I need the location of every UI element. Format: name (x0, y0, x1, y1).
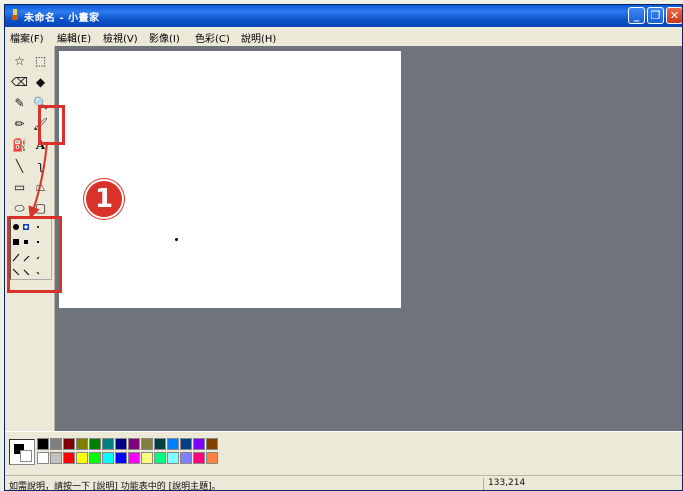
close-button[interactable]: ✕ (666, 7, 682, 24)
canvas-workspace (55, 46, 682, 431)
palette-swatch[interactable] (63, 438, 75, 450)
palette-swatch[interactable] (141, 452, 153, 464)
menu-bar: 檔案(F) 編輯(E) 檢視(V) 影像(I) 色彩(C) 說明(H) (5, 27, 682, 46)
palette-swatch[interactable] (102, 452, 114, 464)
title-bar[interactable]: 未命名 - 小畫家 _ ❐ ✕ (5, 5, 682, 27)
palette-swatch[interactable] (180, 438, 192, 450)
palette-swatch[interactable] (167, 438, 179, 450)
palette-swatch[interactable] (206, 438, 218, 450)
annotation-arrow-icon (28, 142, 48, 219)
canvas-dot (175, 238, 178, 241)
palette-swatch[interactable] (141, 438, 153, 450)
palette-swatch[interactable] (37, 452, 49, 464)
palette-swatch[interactable] (206, 452, 218, 464)
menu-help[interactable]: 說明(H) (241, 30, 276, 45)
palette-swatch[interactable] (167, 452, 179, 464)
annotation-box-brush-options (7, 216, 62, 293)
menu-view[interactable]: 檢視(V) (103, 30, 138, 45)
status-bar: 如需說明，請按一下 [說明] 功能表中的 [說明主題]。 133,214 (5, 475, 682, 491)
cursor-coordinates: 133,214 (483, 478, 593, 490)
palette-swatch[interactable] (76, 452, 88, 464)
minimize-button[interactable]: _ (628, 7, 645, 24)
palette-swatch[interactable] (128, 452, 140, 464)
maximize-button[interactable]: ❐ (647, 7, 664, 24)
menu-image[interactable]: 影像(I) (149, 30, 180, 45)
palette-swatch[interactable] (63, 452, 75, 464)
palette-swatch[interactable] (89, 438, 101, 450)
palette-swatch[interactable] (115, 438, 127, 450)
palette-swatch[interactable] (154, 438, 166, 450)
palette-swatch[interactable] (128, 438, 140, 450)
palette-swatch[interactable] (115, 452, 127, 464)
palette-swatch[interactable] (50, 438, 62, 450)
current-colors-indicator[interactable] (9, 439, 35, 465)
palette-swatch[interactable] (37, 438, 49, 450)
color-palette (5, 431, 682, 475)
palette-swatch[interactable] (193, 452, 205, 464)
menu-colors[interactable]: 色彩(C) (195, 30, 230, 45)
background-color (20, 450, 32, 462)
palette-swatch[interactable] (102, 438, 114, 450)
palette-swatch[interactable] (180, 452, 192, 464)
palette-swatch[interactable] (89, 452, 101, 464)
palette-swatch[interactable] (154, 452, 166, 464)
paint-window: 未命名 - 小畫家 _ ❐ ✕ 檔案(F) 編輯(E) 檢視(V) 影像(I) … (4, 4, 683, 491)
palette-swatch[interactable] (76, 438, 88, 450)
palette-swatch[interactable] (50, 452, 62, 464)
palette-swatch[interactable] (193, 438, 205, 450)
status-help-text: 如需說明，請按一下 [說明] 功能表中的 [說明主題]。 (9, 482, 221, 491)
step-number-badge: 1 (84, 179, 124, 219)
